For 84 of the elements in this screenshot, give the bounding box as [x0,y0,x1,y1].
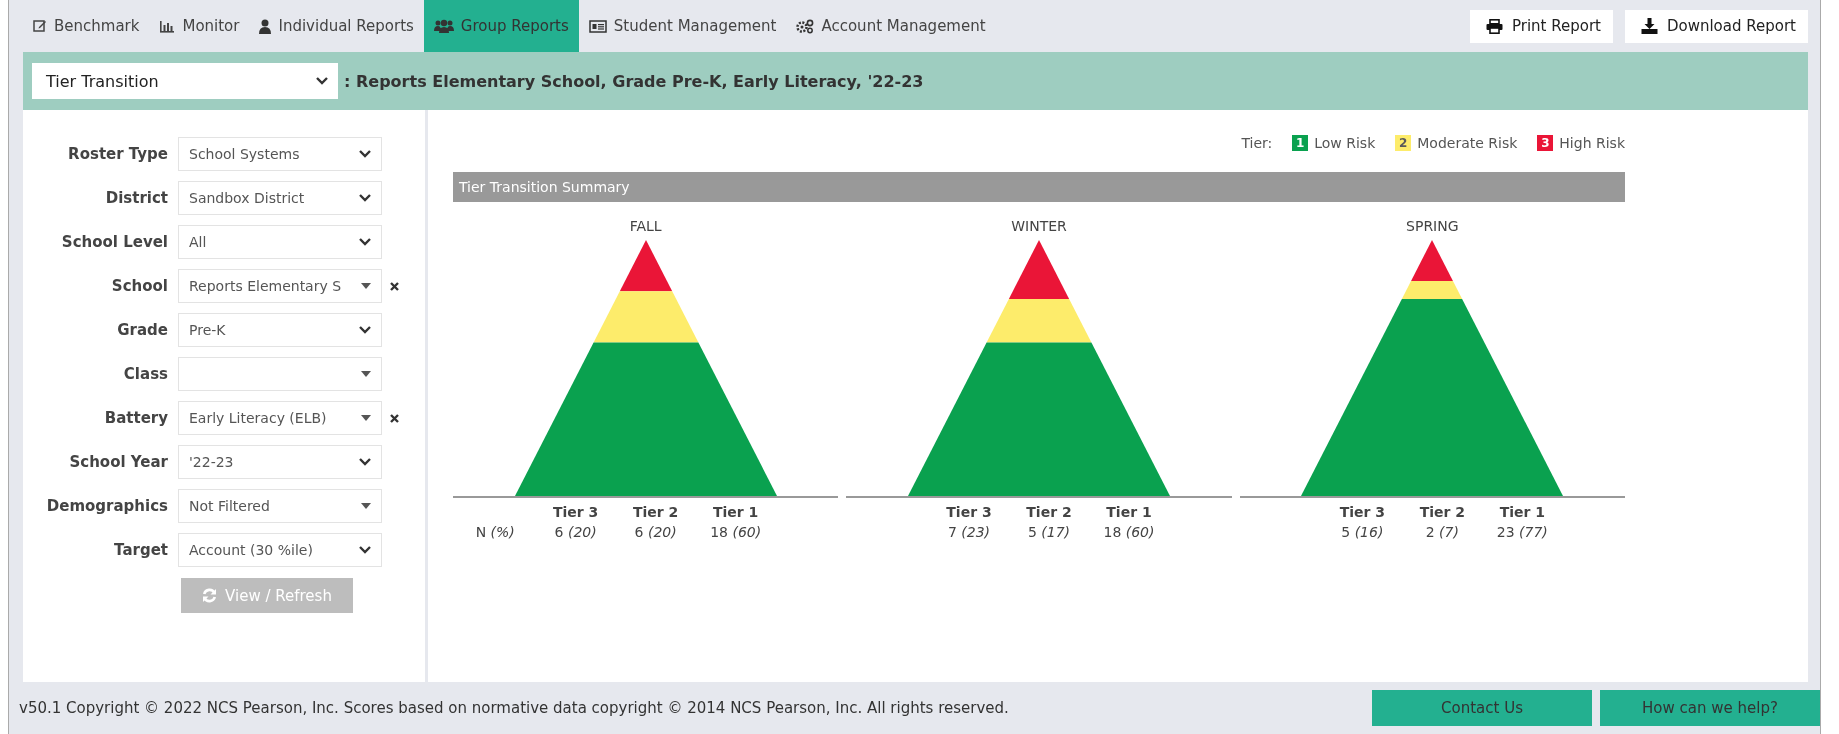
row-label: N (%) [475,524,516,540]
legend-label: Tier: [1241,135,1273,151]
tier-number-badge: 1 [1292,135,1309,151]
edit-icon [33,19,47,33]
nav-tab[interactable]: Account Management [786,0,996,52]
filter-select[interactable]: Pre-K [178,313,382,347]
caret-down-icon [361,415,371,421]
chevron-down-icon [359,238,371,246]
season-label: WINTER [1011,218,1067,236]
filter-select[interactable]: All [178,225,382,259]
column-header: Tier 3 [551,504,600,520]
table-cell-text: 6 (20) [553,524,598,540]
filter-label: Demographics [45,497,169,515]
column-header: Tier 1 [1498,504,1546,520]
legend-label: Moderate Risk [1417,135,1518,151]
user-icon [259,18,272,34]
filter-label: School Year [68,453,169,471]
tier-number-badge: 2 [1395,135,1412,151]
table-cell-text: 5 (17) [1026,524,1072,540]
caret-down-icon [361,283,371,289]
column-header: Tier 2 [1418,504,1466,520]
nav-tab[interactable]: Benchmark [23,0,150,52]
nav-tab[interactable]: Student Management [578,0,787,52]
filter-label: Class [122,365,169,383]
table-cell-text: 23 (77) [1495,524,1549,540]
chevron-down-icon [359,458,371,466]
filter-select[interactable]: School Systems [178,137,382,171]
clear-icon[interactable] [390,281,399,291]
chevron-down-icon [359,194,371,202]
caret-down-icon [361,371,371,377]
column-header: Tier 1 [1105,504,1153,520]
chevron-down-icon [359,150,371,158]
filter-select[interactable]: Account (30 %ile) [178,533,382,567]
filter-label: Battery [103,409,169,427]
nav-tab[interactable]: Monitor [149,0,250,52]
summary-header: Tier Transition Summary [453,172,1625,202]
id-card-icon [588,19,607,33]
chevron-down-icon [359,326,371,334]
column-header: Tier 3 [1338,504,1386,520]
legend-label: Low Risk [1314,135,1376,151]
bar-chart-icon [159,19,176,33]
footer-button[interactable]: How can we help? [1600,690,1820,726]
gears-icon [796,18,815,34]
filter-label: School [110,277,169,295]
nav-tab[interactable]: Individual Reports [249,0,424,52]
users-icon [433,19,454,33]
report-subtitle: : Reports Elementary School, Grade Pre-K, Early Literacy, '22-23 [344,71,924,91]
chevron-down-icon [316,77,328,85]
table-cell-text: 2 (7) [1424,524,1460,540]
legend-label: High Risk [1559,135,1625,151]
footer-button[interactable]: Contact Us [1372,690,1592,726]
season-label: SPRING [1406,218,1459,236]
column-header: Tier 2 [1025,504,1073,520]
table-cell-text: 6 (20) [633,524,678,540]
print-button[interactable]: Print Report [1469,9,1613,43]
download-icon [1640,18,1658,34]
filter-select[interactable]: Not Filtered [178,489,382,523]
filter-select[interactable]: Early Literacy (ELB) [178,401,382,435]
table-cell-text: 7 (23) [946,524,992,540]
chevron-down-icon [359,546,371,554]
caret-down-icon [361,503,371,509]
filter-label: School Level [60,233,169,251]
filter-label: Target [113,541,169,559]
season-label: FALL [629,218,662,236]
download-button[interactable]: Download Report [1624,9,1808,43]
report-select[interactable]: Tier Transition [32,63,338,99]
column-header: Tier 3 [945,504,993,520]
tier-number-badge: 3 [1537,135,1554,151]
table-cell-text: 18 (60) [709,524,763,540]
table-cell-text: 18 (60) [1102,524,1156,540]
copyright-text: v50.1 Copyright © 2022 NCS Pearson, Inc. Scores based on normative data copyright © 2014 NCS Pearson, Inc. All rights reserved. [19,699,1010,717]
refresh-icon [202,588,218,603]
filter-select[interactable]: '22-23 [178,445,382,479]
printer-icon [1485,18,1503,34]
filter-label: Grade [116,321,169,339]
clear-icon[interactable] [390,413,399,423]
nav-tab[interactable]: Group Reports [423,0,579,52]
table-cell-text: 5 (16) [1340,524,1385,540]
column-header: Tier 2 [631,504,680,520]
filter-select[interactable]: Reports Elementary S [178,269,382,303]
filter-select[interactable]: Sandbox District [178,181,382,215]
column-header: Tier 1 [711,504,760,520]
filter-label: Roster Type [67,145,169,163]
filter-label: District [104,189,169,207]
